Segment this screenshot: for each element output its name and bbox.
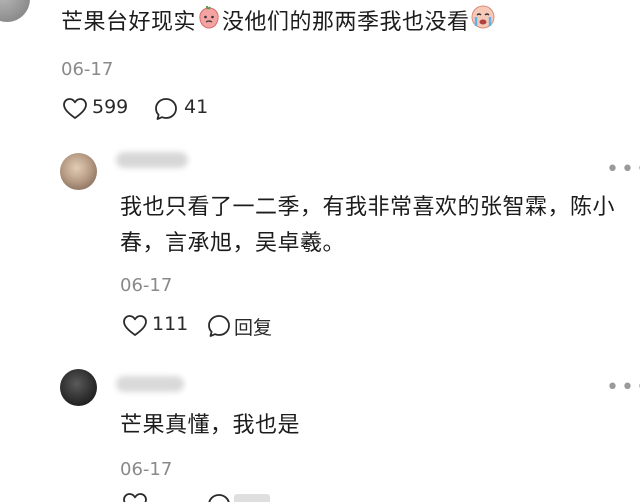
reply-label[interactable]: 回复	[234, 313, 272, 340]
avatar[interactable]	[60, 153, 97, 190]
username-blurred[interactable]	[116, 152, 188, 168]
username-blurred[interactable]	[116, 376, 184, 392]
like-button[interactable]	[122, 314, 148, 338]
heart-icon	[123, 493, 147, 502]
like-count: 111	[152, 313, 189, 335]
reply-count: 41	[184, 96, 209, 118]
peach-face-icon	[196, 4, 222, 42]
more-options-icon[interactable]: •••	[606, 377, 640, 399]
comment-date: 06-17	[61, 59, 114, 80]
like-button[interactable]	[122, 492, 148, 502]
avatar[interactable]	[60, 369, 97, 406]
heart-icon	[63, 98, 87, 119]
comment-text: 芒果台好现实 没他们的那两季我也没看	[61, 4, 631, 42]
comment-text-part2: 没他们的那两季我也没看	[222, 10, 470, 35]
comment-bubble-icon	[208, 494, 230, 502]
reply-label-cutoff[interactable]	[234, 494, 274, 502]
reply-button[interactable]	[153, 96, 179, 122]
comment-bubble-icon	[208, 315, 230, 337]
more-options-icon[interactable]: •••	[606, 159, 640, 181]
comment-bubble-icon	[155, 98, 177, 120]
crying-face-icon	[470, 4, 496, 42]
avatar[interactable]	[0, 0, 30, 22]
reply-date: 06-17	[120, 275, 173, 296]
reply-button[interactable]	[206, 313, 232, 339]
reply-text: 芒果真懂，我也是	[120, 413, 301, 438]
reply-button[interactable]	[206, 492, 232, 502]
like-button[interactable]	[62, 97, 88, 121]
reply-date: 06-17	[120, 459, 173, 480]
like-count: 599	[92, 96, 129, 118]
comment-text-part1: 芒果台好现实	[61, 10, 197, 35]
heart-icon	[123, 315, 147, 336]
reply-text: 我也只看了一二季，有我非常喜欢的张智霖，陈小春，言承旭，吴卓羲。	[120, 195, 616, 256]
